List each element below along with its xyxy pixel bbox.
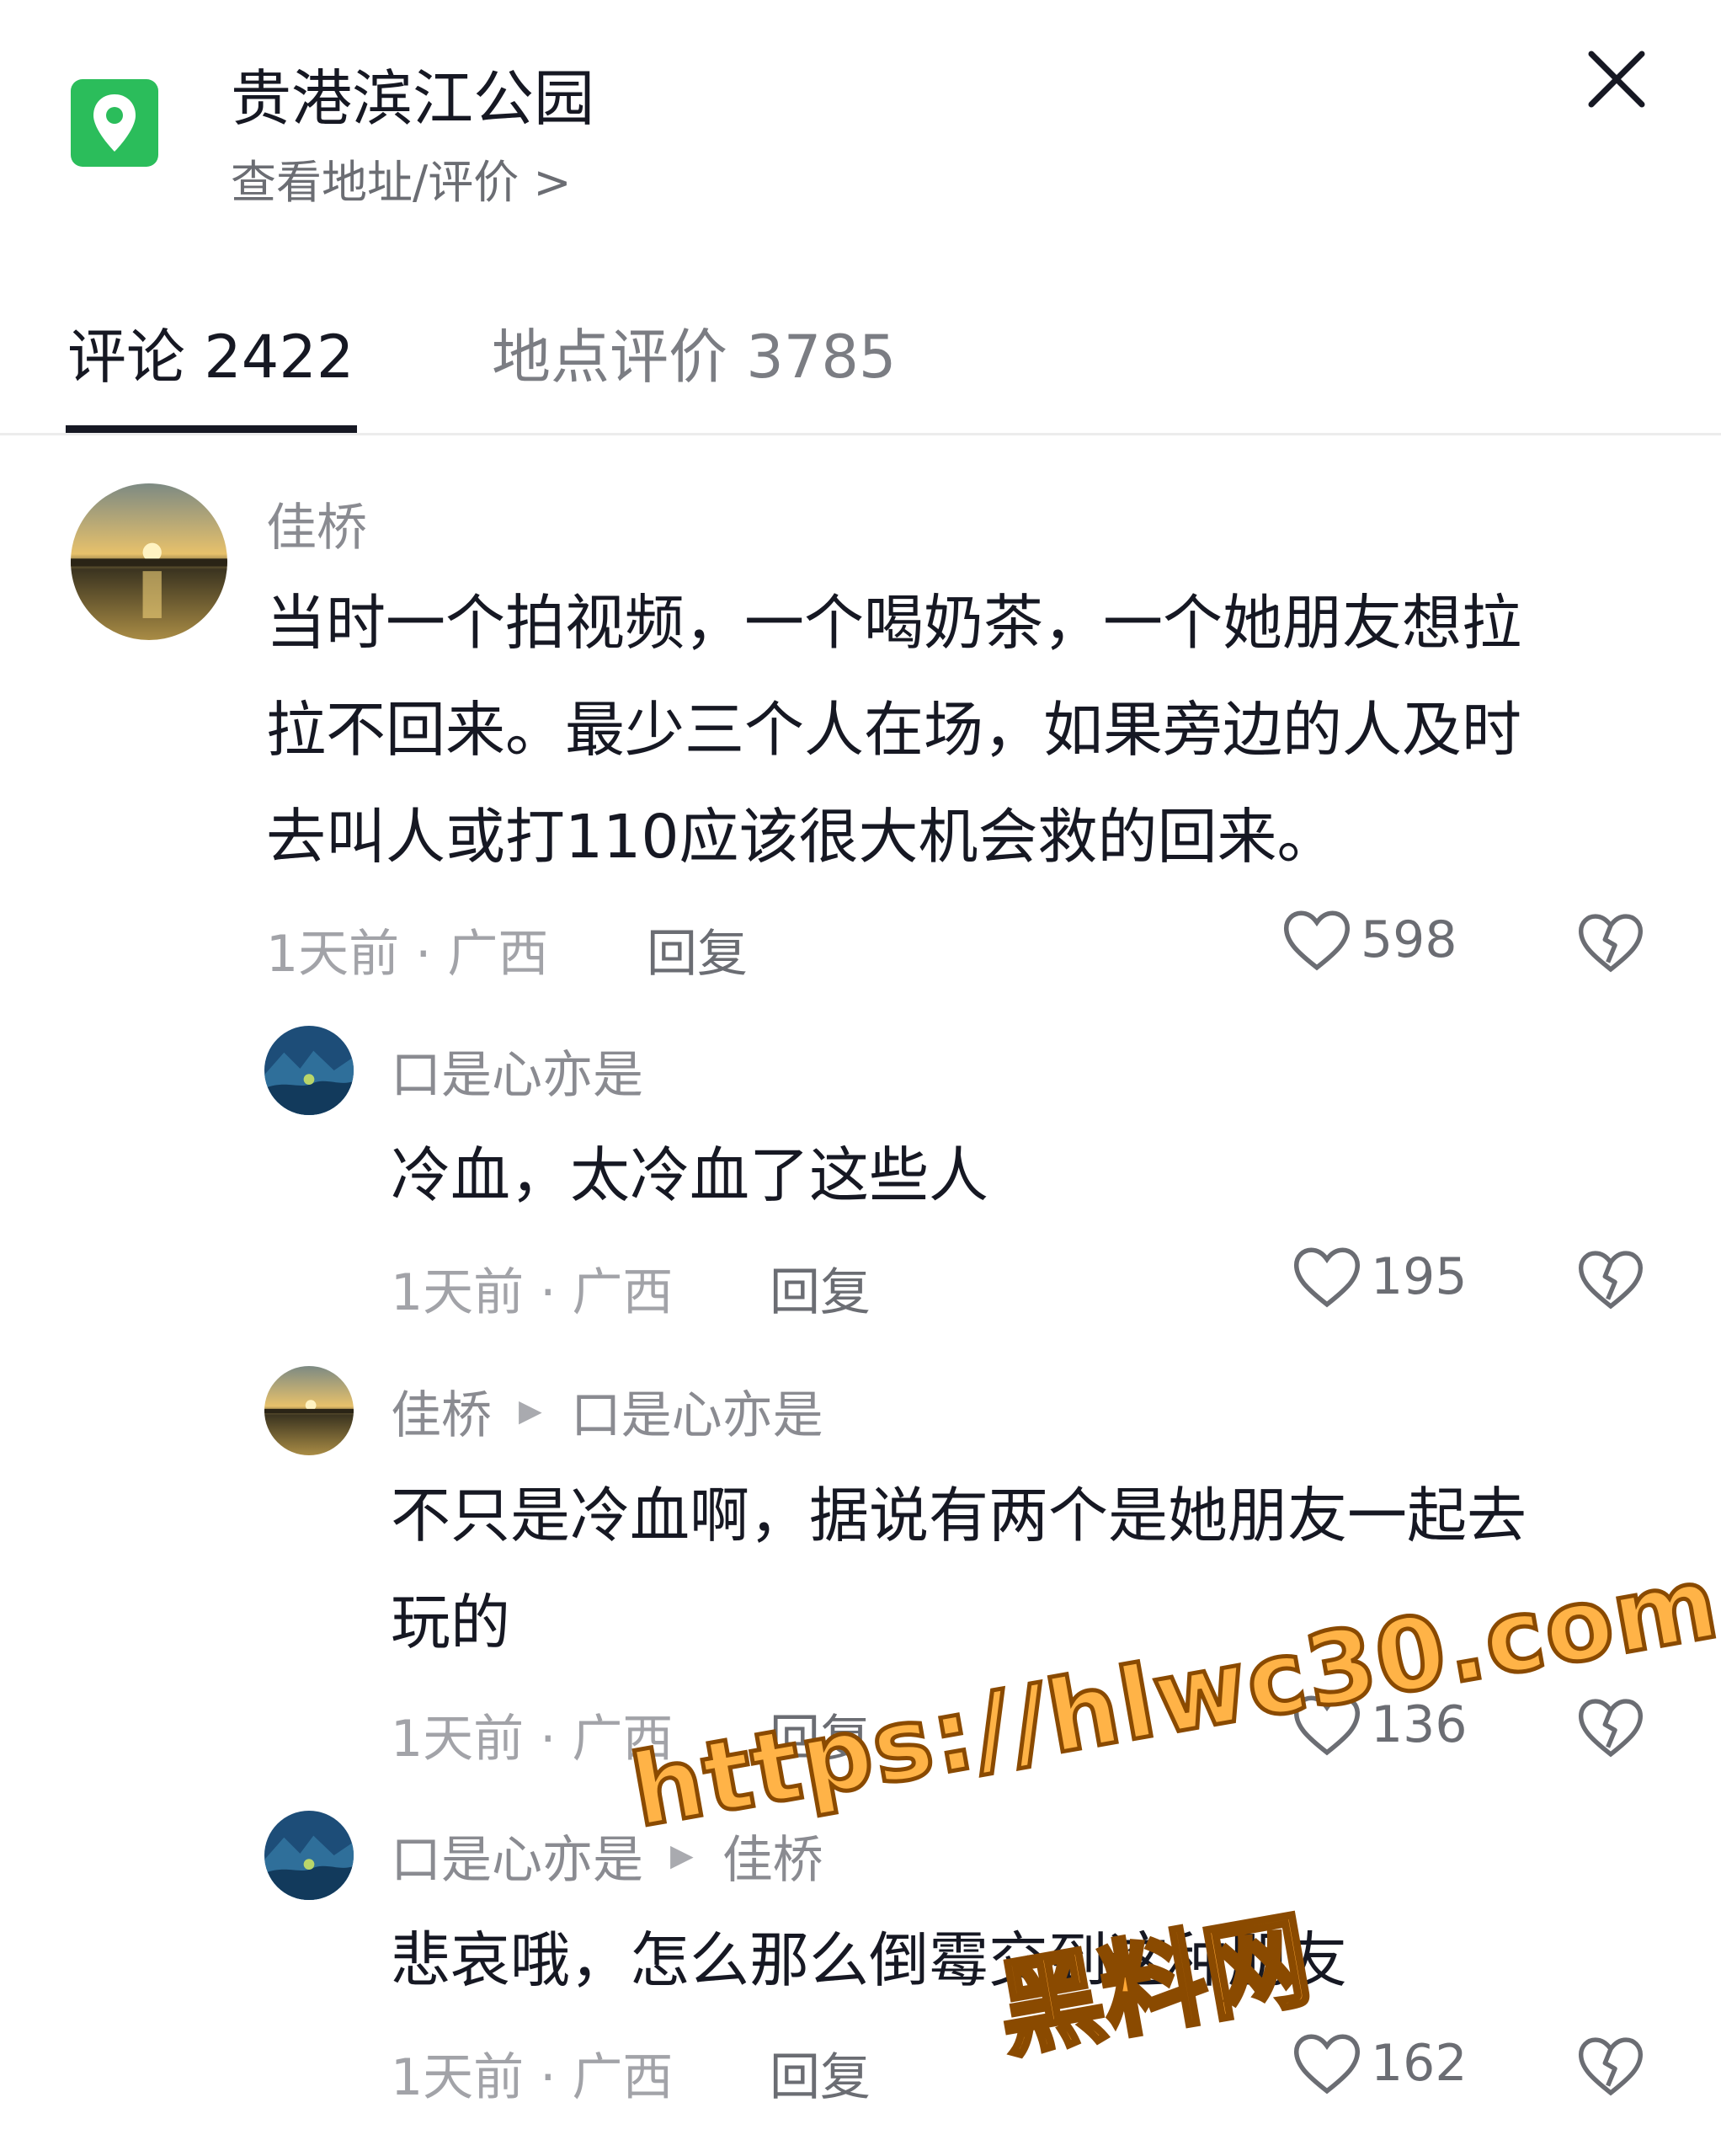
dislike-button[interactable] — [1576, 1696, 1645, 1762]
comment-username[interactable]: 口是心亦是 — [391, 1819, 643, 1892]
reply-header: 口是心亦是 ▶ 佳桥 — [391, 1819, 823, 1892]
comment-line: 拉不回来。最少三个人在场，如果旁边的人及时 — [266, 695, 1522, 765]
tab-place-reviews[interactable]: 地点评价 3785 — [492, 310, 896, 395]
close-icon[interactable] — [1581, 44, 1652, 115]
heart-icon — [1283, 910, 1351, 971]
comment-line: 当时一个拍视频，一个喝奶茶，一个她朋友想拉 — [266, 588, 1522, 658]
like-button[interactable]: 598 — [1281, 908, 1457, 972]
like-button[interactable]: 195 — [1292, 1245, 1468, 1309]
dislike-button[interactable] — [1576, 1248, 1645, 1314]
comment-text: 冷血，太冷血了这些人 — [391, 1122, 988, 1229]
like-button[interactable]: 162 — [1292, 2031, 1468, 2095]
broken-heart-icon — [1578, 2037, 1644, 2096]
comment-time-location: 1天前 · 广西 — [391, 2048, 674, 2107]
comment-username[interactable]: 佳桥 — [391, 1374, 492, 1448]
like-count: 162 — [1371, 2034, 1468, 2093]
comment-time-location: 1天前 · 广西 — [391, 1263, 674, 1322]
avatar[interactable] — [264, 1811, 354, 1900]
comment-line: 冷血，太冷血了这些人 — [391, 1140, 989, 1210]
dislike-button[interactable] — [1576, 2035, 1645, 2100]
view-address-link[interactable]: 查看地址/评价 > — [231, 145, 572, 211]
avatar[interactable] — [264, 1366, 354, 1455]
reply-to-username[interactable]: 口是心亦是 — [571, 1374, 823, 1448]
reply-button[interactable]: 回复 — [647, 913, 748, 986]
watermark-name: 黑料网 — [988, 1897, 1321, 2074]
divider — [0, 433, 1721, 435]
avatar[interactable] — [264, 1026, 354, 1115]
reply-arrow-icon: ▶ — [519, 1394, 542, 1428]
comment-line: 去叫人或打110应该很大机会救的回来。 — [266, 802, 1337, 872]
heart-icon — [1293, 2034, 1361, 2095]
like-count: 598 — [1361, 910, 1457, 969]
place-title[interactable]: 贵港滨江公园 — [231, 49, 594, 137]
comment-username[interactable]: 口是心亦是 — [391, 1034, 643, 1107]
broken-heart-icon — [1578, 1251, 1644, 1310]
comment-line: 不只是冷血啊，据说有两个是她朋友一起去 — [391, 1481, 1527, 1550]
broken-heart-icon — [1578, 1699, 1644, 1758]
avatar[interactable] — [71, 483, 227, 640]
dislike-button[interactable] — [1576, 911, 1645, 977]
reply-button[interactable]: 回复 — [770, 2036, 871, 2110]
comment-username[interactable]: 佳桥 — [266, 487, 367, 560]
comment-time-location: 1天前 · 广西 — [266, 925, 549, 984]
broken-heart-icon — [1578, 914, 1644, 973]
reply-header: 佳桥 ▶ 口是心亦是 — [391, 1374, 823, 1448]
location-pin-icon — [71, 79, 158, 167]
tab-comments[interactable]: 评论 2422 — [67, 310, 354, 395]
comment-text: 当时一个拍视频，一个喝奶茶，一个她朋友想拉 拉不回来。最少三个人在场，如果旁边的… — [266, 569, 1521, 890]
like-count: 195 — [1371, 1247, 1468, 1306]
heart-icon — [1293, 1247, 1361, 1308]
reply-button[interactable]: 回复 — [770, 1251, 871, 1325]
